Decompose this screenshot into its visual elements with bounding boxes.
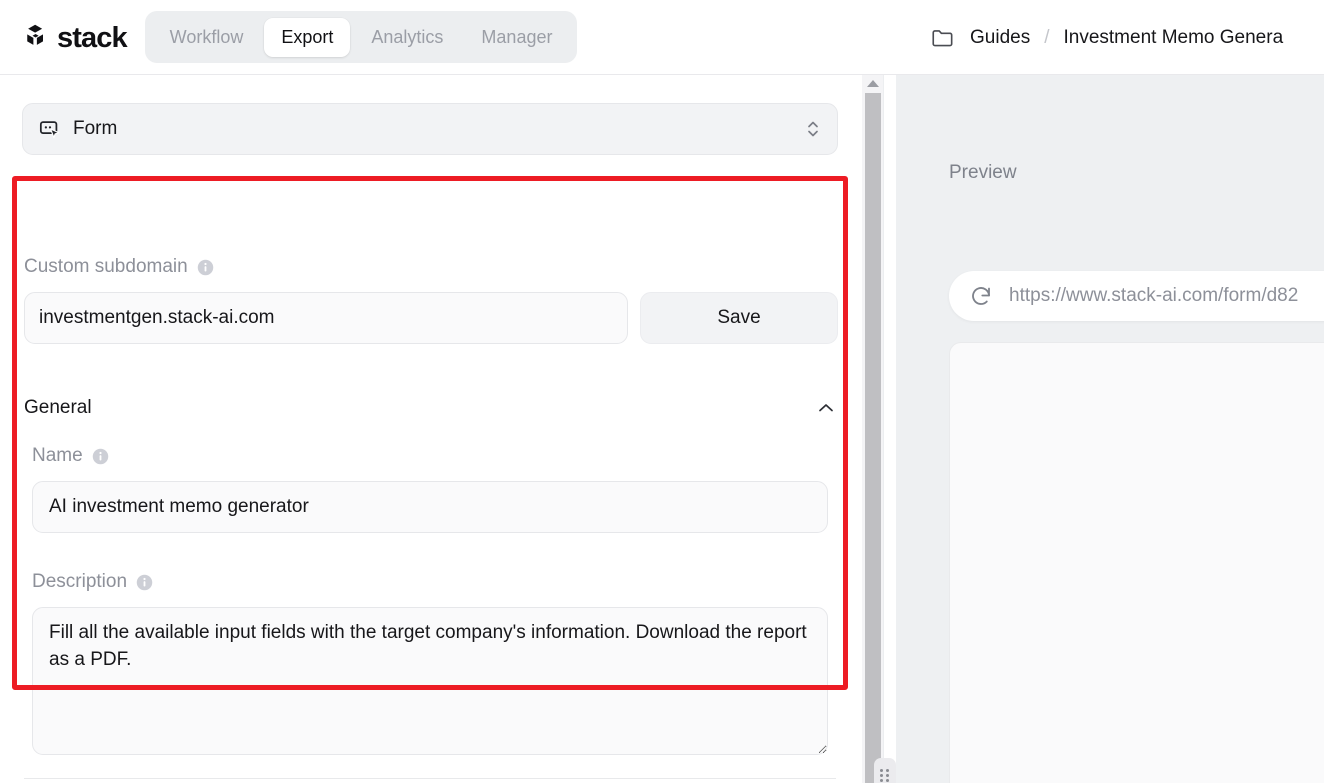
info-icon[interactable] xyxy=(92,448,109,465)
stack-cubes-logo-icon xyxy=(27,24,43,45)
app-logo[interactable]: stack xyxy=(22,17,128,57)
description-label: Description xyxy=(32,571,128,592)
save-button[interactable]: Save xyxy=(640,292,838,344)
scroll-up-arrow-icon[interactable] xyxy=(866,78,880,90)
section-divider xyxy=(24,778,836,779)
preview-url-text: https://www.stack-ai.com/form/d82 xyxy=(1009,285,1299,306)
section-title-general: General xyxy=(24,397,92,418)
breadcrumb: Guides / Investment Memo Genera xyxy=(930,0,1324,75)
preview-url-bar[interactable]: https://www.stack-ai.com/form/d82 xyxy=(949,271,1324,321)
info-icon[interactable] xyxy=(136,574,153,591)
breadcrumb-separator: / xyxy=(1044,26,1050,48)
tab-analytics[interactable]: Analytics xyxy=(354,18,460,57)
breadcrumb-current[interactable]: Investment Memo Genera xyxy=(1063,27,1283,49)
panel-resize-handle[interactable] xyxy=(874,758,896,783)
panel-scrollbar-track[interactable] xyxy=(862,75,884,783)
refresh-icon[interactable] xyxy=(969,284,993,308)
custom-subdomain-row: Save xyxy=(24,292,838,344)
description-textarea[interactable]: Fill all the available input fields with… xyxy=(32,607,828,755)
info-icon[interactable] xyxy=(197,259,214,276)
section-header-general[interactable]: General xyxy=(24,397,836,419)
form-cursor-icon xyxy=(39,121,60,139)
name-label-row: Name xyxy=(32,445,109,467)
tab-manager[interactable]: Manager xyxy=(464,18,569,57)
description-label-row: Description xyxy=(32,571,153,593)
name-input[interactable] xyxy=(32,481,828,533)
chevron-up-icon[interactable] xyxy=(816,401,836,415)
form-type-label: Form xyxy=(73,118,118,139)
logo-wordmark: stack xyxy=(57,21,128,54)
export-settings-panel: Form Custom subdomain Save General xyxy=(0,75,862,783)
app-root: stack Workflow Export Analytics Manager … xyxy=(0,0,1324,783)
folder-icon xyxy=(932,29,953,46)
tab-export[interactable]: Export xyxy=(264,17,351,57)
preview-label: Preview xyxy=(949,162,1017,183)
preview-iframe[interactable] xyxy=(949,342,1324,783)
main-tab-bar: Workflow Export Analytics Manager xyxy=(144,11,578,63)
grip-dots-icon xyxy=(880,768,890,782)
name-label: Name xyxy=(32,445,83,466)
panel-splitter[interactable] xyxy=(884,75,896,783)
panel-scrollbar-thumb[interactable] xyxy=(865,93,881,783)
custom-subdomain-label-row: Custom subdomain xyxy=(24,256,214,278)
custom-subdomain-label: Custom subdomain xyxy=(24,256,188,277)
top-bar: stack Workflow Export Analytics Manager … xyxy=(0,0,1324,75)
custom-subdomain-input[interactable] xyxy=(24,292,628,344)
chevron-up-down-icon xyxy=(808,121,818,137)
breadcrumb-parent[interactable]: Guides xyxy=(970,27,1030,49)
form-type-select[interactable]: Form xyxy=(22,103,838,155)
preview-panel: Preview https://www.stack-ai.com/form/d8… xyxy=(896,75,1324,783)
tab-workflow[interactable]: Workflow xyxy=(153,18,261,57)
